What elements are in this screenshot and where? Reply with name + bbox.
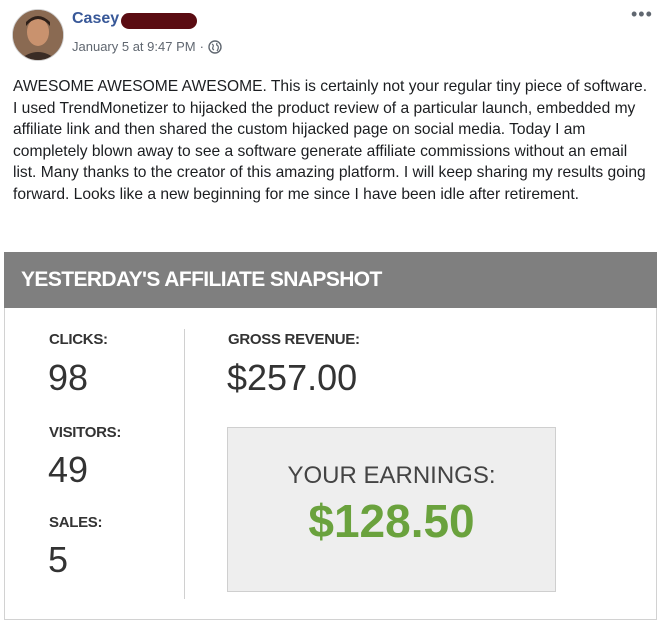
snapshot-title: YESTERDAY'S AFFILIATE SNAPSHOT — [21, 268, 382, 291]
earnings-label: YOUR EARNINGS: — [287, 462, 496, 489]
sales-value: 5 — [48, 539, 69, 580]
post-meta: January 5 at 9:47 PM · — [72, 39, 222, 54]
column-divider — [184, 329, 185, 599]
sales-label: SALES: — [49, 514, 103, 531]
more-options-icon[interactable]: ••• — [631, 4, 653, 25]
earnings-value: $128.50 — [308, 495, 475, 547]
visitors-label: VISITORS: — [49, 424, 122, 441]
clicks-value: 98 — [48, 357, 89, 398]
gross-revenue-value: $257.00 — [227, 357, 358, 398]
snapshot-header: YESTERDAY'S AFFILIATE SNAPSHOT — [4, 252, 657, 308]
author-avatar[interactable] — [12, 9, 64, 61]
meta-separator: · — [199, 39, 204, 54]
post-text: AWESOME AWESOME AWESOME. This is certain… — [13, 78, 648, 203]
earnings-box: YOUR EARNINGS: $128.50 — [227, 427, 556, 592]
gross-revenue-label: GROSS REVENUE: — [228, 331, 360, 348]
affiliate-snapshot-image[interactable]: YESTERDAY'S AFFILIATE SNAPSHOT CLICKS: 9… — [4, 252, 657, 621]
author-name[interactable]: Casey — [72, 10, 119, 28]
redacted-surname — [121, 13, 197, 29]
post-timestamp[interactable]: January 5 at 9:47 PM — [72, 39, 196, 54]
globe-icon[interactable] — [208, 39, 222, 54]
visitors-value: 49 — [48, 449, 89, 490]
clicks-label: CLICKS: — [49, 331, 108, 348]
avatar-photo — [13, 10, 63, 60]
